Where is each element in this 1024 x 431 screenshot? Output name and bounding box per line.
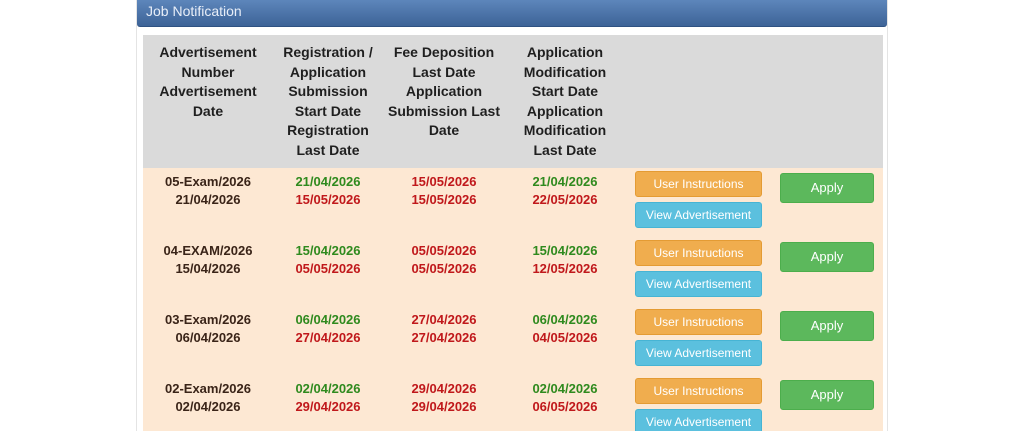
apply-button[interactable]: Apply [780, 380, 874, 410]
advertisement-cell: 05-Exam/2026 21/04/2026 [164, 174, 251, 207]
user-instructions-button[interactable]: User Instructions [635, 378, 762, 404]
registration-cell: 15/04/2026 05/05/2026 [295, 243, 361, 276]
user-instructions-button[interactable]: User Instructions [635, 171, 762, 197]
user-instructions-button[interactable]: User Instructions [635, 309, 762, 335]
view-advertisement-button[interactable]: View Advertisement [635, 271, 762, 297]
header-registration: Registration / Application Submission St… [283, 44, 373, 158]
apply-button[interactable]: Apply [780, 311, 874, 341]
registration-cell: 02/04/2026 29/04/2026 [295, 381, 361, 414]
table-row: 04-EXAM/2026 15/04/2026 15/04/2026 05/05… [143, 240, 883, 311]
advertisement-cell: 02-Exam/2026 02/04/2026 [164, 381, 251, 414]
view-advertisement-button[interactable]: View Advertisement [635, 202, 762, 228]
table-row: 05-Exam/2026 21/04/2026 21/04/2026 15/05… [143, 171, 883, 242]
job-notification-panel: Job Notification Advertisement Number Ad… [136, 0, 888, 431]
panel-title: Job Notification [137, 0, 887, 27]
fee-cell: 15/05/2026 15/05/2026 [411, 174, 477, 207]
modification-cell: 06/04/2026 04/05/2026 [532, 312, 598, 345]
modification-cell: 15/04/2026 12/05/2026 [532, 243, 598, 276]
header-advertisement: Advertisement Number Advertisement Date [159, 44, 257, 119]
advertisement-cell: 03-Exam/2026 06/04/2026 [164, 312, 251, 345]
fee-cell: 29/04/2026 29/04/2026 [411, 381, 477, 414]
apply-button[interactable]: Apply [780, 242, 874, 272]
header-fee-deposition: Fee Deposition Last Date Application Sub… [387, 44, 501, 138]
view-advertisement-button[interactable]: View Advertisement [635, 409, 762, 431]
advertisement-cell: 04-EXAM/2026 15/04/2026 [163, 243, 253, 276]
header-modification: Application Modification Start Date Appl… [523, 44, 607, 158]
table-row: 03-Exam/2026 06/04/2026 06/04/2026 27/04… [143, 309, 883, 380]
fee-cell: 05/05/2026 05/05/2026 [411, 243, 477, 276]
modification-cell: 21/04/2026 22/05/2026 [532, 174, 598, 207]
modification-cell: 02/04/2026 06/05/2026 [532, 381, 598, 414]
registration-cell: 06/04/2026 27/04/2026 [295, 312, 361, 345]
view-advertisement-button[interactable]: View Advertisement [635, 340, 762, 366]
job-notification-table: Advertisement Number Advertisement Date … [143, 35, 883, 431]
fee-cell: 27/04/2026 27/04/2026 [411, 312, 477, 345]
user-instructions-button[interactable]: User Instructions [635, 240, 762, 266]
table-row: 02-Exam/2026 02/04/2026 02/04/2026 29/04… [143, 378, 883, 431]
table-header: Advertisement Number Advertisement Date … [143, 35, 883, 168]
apply-button[interactable]: Apply [780, 173, 874, 203]
registration-cell: 21/04/2026 15/05/2026 [295, 174, 361, 207]
